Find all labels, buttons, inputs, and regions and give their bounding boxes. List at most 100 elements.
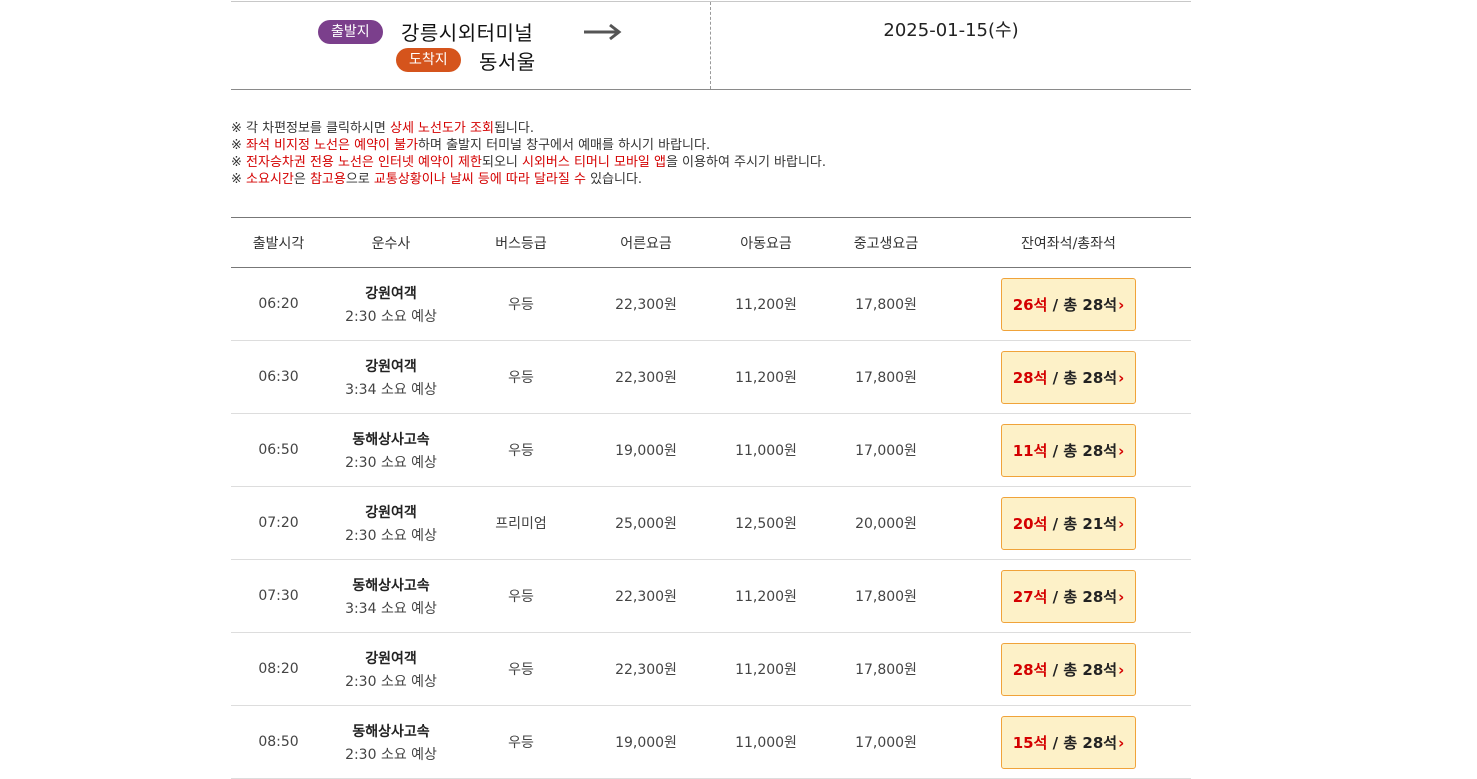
child-fare: 11,200원 [706,559,826,633]
table-row[interactable]: 06:30 강원여객 3:34 소요 예상 우등 22,300원 11,200원 17,80… [231,340,1191,414]
estimated-duration: 2:30 소요 예상 [345,527,437,544]
notice-text: 은 [293,172,310,187]
child-fare: 11,000원 [706,705,826,779]
operator-name: 동해상사고속 [352,431,430,448]
total-seats: / 총 28석 [1047,368,1118,387]
bus-grade: 우등 [456,340,586,414]
estimated-duration: 3:34 소요 예상 [345,381,437,398]
seat-select-button[interactable]: 11석 / 총 28석› [1001,423,1136,477]
chevron-right-icon: › [1118,587,1125,606]
seat-select-button[interactable]: 26석 / 총 28석› [1001,277,1136,331]
adult-fare: 22,300원 [586,267,706,341]
teen-fare: 17,800원 [826,632,946,706]
child-fare: 11,000원 [706,413,826,487]
notice-text: 됩니다. [493,121,534,136]
total-seats: / 총 28석 [1047,733,1118,752]
table-row[interactable]: 07:30 동해상사고속 3:34 소요 예상 우등 22,300원 11,200원 17,… [231,559,1191,633]
operator-name: 강원여객 [365,285,417,302]
seats-cell: 15석 / 총 28석› [946,705,1191,779]
notice-line: ※ 전자승차권 전용 노선은 인터넷 예약이 제한되오니 시외버스 티머니 모바… [231,154,1191,171]
table-row[interactable]: 08:20 강원여객 2:30 소요 예상 우등 22,300원 11,200원 17,80… [231,632,1191,706]
adult-fare: 25,000원 [586,486,706,560]
notice-text: ※ 각 차편정보를 클릭하시면 [231,121,390,136]
operator-name: 강원여객 [365,358,417,375]
teen-fare: 17,000원 [826,705,946,779]
total-seats: / 총 28석 [1047,441,1118,460]
operator-cell: 강원여객 2:30 소요 예상 [326,267,456,341]
table-row[interactable]: 06:50 동해상사고속 2:30 소요 예상 우등 19,000원 11,000원 17,… [231,413,1191,487]
route-summary: 출발지 강릉시외터미널 도착지 동서울 2025-01-15(수) [231,1,1191,90]
notice-line: ※ 각 차편정보를 클릭하시면 상세 노선도가 조회됩니다. [231,120,1191,137]
seat-select-button[interactable]: 27석 / 총 28석› [1001,569,1136,623]
chevron-right-icon: › [1118,441,1125,460]
arrival-terminal: 동서울 [479,50,536,74]
seat-select-button[interactable]: 28석 / 총 28석› [1001,642,1136,696]
notice-highlight: 상세 노선도가 조회 [389,121,494,136]
estimated-duration: 2:30 소요 예상 [345,308,437,325]
chevron-right-icon: › [1118,368,1125,387]
departure-time: 07:20 [231,486,326,560]
remaining-seats: 15석 [1012,733,1048,752]
adult-fare: 22,300원 [586,632,706,706]
header-departure-time: 출발시각 [231,217,326,268]
operator-name: 강원여객 [365,650,417,667]
departure-time: 08:50 [231,705,326,779]
total-seats: / 총 28석 [1047,295,1118,314]
notice-line: ※ 소요시간은 참고용으로 교통상황이나 날씨 등에 따라 달라질 수 있습니다… [231,171,1191,188]
departure-time: 06:50 [231,413,326,487]
adult-fare: 22,300원 [586,559,706,633]
seat-select-button[interactable]: 28석 / 총 28석› [1001,350,1136,404]
operator-cell: 강원여객 2:30 소요 예상 [326,632,456,706]
estimated-duration: 3:34 소요 예상 [345,600,437,617]
right-arrow-icon [584,23,622,41]
notice-highlight: 시외버스 티머니 모바일 앱 [522,155,666,170]
notice-text: 을 이용하여 주시기 바랍니다. [665,155,827,170]
table-row[interactable]: 06:20 강원여객 2:30 소요 예상 우등 22,300원 11,200원 17,80… [231,267,1191,341]
teen-fare: 17,800원 [826,340,946,414]
notice-highlight: 좌석 비지정 노선은 예약이 불가 [246,138,419,153]
bus-grade: 프리미엄 [456,486,586,560]
notice-text: 으로 [345,172,374,187]
notice-text: 있습니다. [585,172,643,187]
seat-select-button[interactable]: 15석 / 총 28석› [1001,715,1136,769]
header-child-fare: 아동요금 [706,217,826,268]
header-teen-fare: 중고생요금 [826,217,946,268]
seats-cell: 11석 / 총 28석› [946,413,1191,487]
operator-cell: 강원여객 2:30 소요 예상 [326,486,456,560]
departure-time: 08:20 [231,632,326,706]
estimated-duration: 2:30 소요 예상 [345,454,437,471]
table-row[interactable]: 07:20 강원여객 2:30 소요 예상 프리미엄 25,000원 12,500원 20,… [231,486,1191,560]
bus-grade: 우등 [456,267,586,341]
notice-text: ※ [231,172,247,187]
remaining-seats: 11석 [1012,441,1048,460]
operator-cell: 동해상사고속 3:34 소요 예상 [326,559,456,633]
remaining-seats: 27석 [1012,587,1048,606]
header-seats: 잔여좌석/총좌석 [946,217,1191,268]
notice-highlight: 참고용 [309,172,346,187]
adult-fare: 19,000원 [586,413,706,487]
operator-cell: 동해상사고속 2:30 소요 예상 [326,413,456,487]
bus-grade: 우등 [456,632,586,706]
total-seats: / 총 28석 [1047,660,1118,679]
operator-cell: 동해상사고속 2:30 소요 예상 [326,705,456,779]
notice-text: ※ [231,138,247,153]
table-row[interactable]: 08:50 동해상사고속 2:30 소요 예상 우등 19,000원 11,000원 17,… [231,705,1191,779]
departure-time: 06:20 [231,267,326,341]
notice-highlight: 교통상황이나 날씨 등에 따라 달라질 수 [373,172,586,187]
child-fare: 11,200원 [706,632,826,706]
bus-grade: 우등 [456,413,586,487]
remaining-seats: 20석 [1012,514,1048,533]
bus-schedule-page: 출발지 강릉시외터미널 도착지 동서울 2025-01-15(수) ※ 각 차편… [231,0,1191,779]
child-fare: 11,200원 [706,267,826,341]
remaining-seats: 28석 [1012,660,1048,679]
teen-fare: 20,000원 [826,486,946,560]
operator-name: 강원여객 [365,504,417,521]
teen-fare: 17,000원 [826,413,946,487]
chevron-right-icon: › [1118,733,1125,752]
notice-list: ※ 각 차편정보를 클릭하시면 상세 노선도가 조회됩니다. ※ 좌석 비지정 노… [231,120,1191,188]
departure-time: 07:30 [231,559,326,633]
seat-select-button[interactable]: 20석 / 총 21석› [1001,496,1136,550]
chevron-right-icon: › [1118,295,1125,314]
header-adult-fare: 어른요금 [586,217,706,268]
seats-cell: 27석 / 총 28석› [946,559,1191,633]
